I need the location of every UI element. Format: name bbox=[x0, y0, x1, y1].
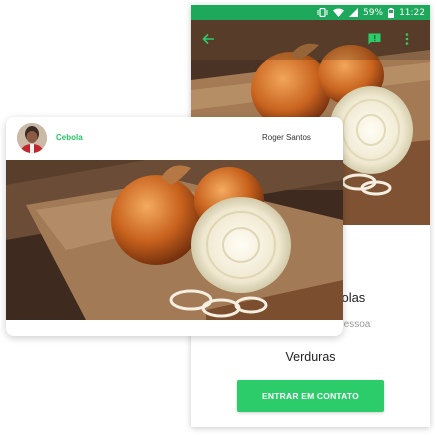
product-card[interactable]: Cebola Roger Santos bbox=[6, 117, 343, 336]
report-icon[interactable] bbox=[368, 32, 381, 50]
more-vert-icon[interactable] bbox=[405, 32, 409, 50]
card-product-name[interactable]: Cebola bbox=[56, 133, 83, 142]
avatar[interactable] bbox=[17, 123, 47, 153]
wifi-icon bbox=[333, 8, 345, 17]
product-serves: Pessoa bbox=[337, 319, 371, 330]
status-time: 11:22 bbox=[399, 7, 425, 18]
product-category: Verduras bbox=[285, 350, 336, 364]
vibrate-icon bbox=[317, 8, 328, 17]
contact-button[interactable]: ENTRAR EM CONTATO bbox=[237, 380, 384, 412]
card-product-photo[interactable] bbox=[6, 160, 343, 320]
card-user-name[interactable]: Roger Santos bbox=[262, 133, 311, 142]
card-header: Cebola Roger Santos bbox=[6, 117, 343, 159]
status-bar: 59% 11:22 bbox=[191, 5, 430, 20]
signal-icon bbox=[349, 8, 359, 17]
back-arrow-icon[interactable] bbox=[202, 32, 215, 50]
battery-icon bbox=[388, 7, 395, 18]
battery-percent: 59% bbox=[363, 7, 384, 18]
